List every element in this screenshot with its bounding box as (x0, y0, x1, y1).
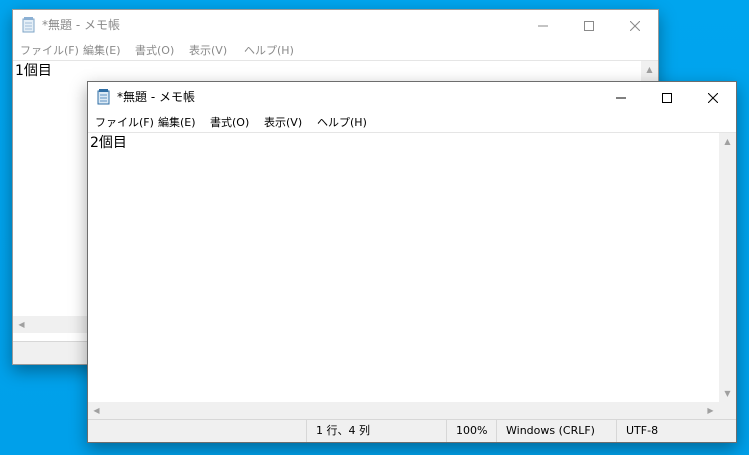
chevron-up-icon: ▲ (724, 137, 731, 146)
scroll-left-button[interactable]: ◀ (88, 402, 105, 419)
minimize-icon (616, 97, 626, 98)
menu-bar: ファイル(F) 編集(E) 書式(O) 表示(V) ヘルプ(H) (13, 41, 658, 60)
chevron-left-icon: ◀ (18, 320, 25, 329)
close-icon (630, 20, 640, 31)
maximize-button[interactable] (566, 10, 612, 41)
status-line-ending-text: Windows (CRLF) (506, 424, 595, 437)
chevron-left-icon: ◀ (93, 406, 100, 415)
scroll-down-button[interactable]: ▼ (719, 385, 736, 402)
maximize-button[interactable] (644, 82, 690, 113)
status-zoom-text: 100% (456, 424, 488, 437)
vertical-scrollbar[interactable]: ▲ ▼ (719, 133, 736, 402)
menu-bar: ファイル(F) 編集(E) 書式(O) 表示(V) ヘルプ(H) (88, 113, 736, 132)
editor-content[interactable]: 2個目 (90, 134, 127, 152)
status-position-text: 1 行、4 列 (316, 424, 370, 437)
menu-help[interactable]: ヘルプ(H) (317, 115, 367, 130)
window-title: *無題 - メモ帳 (42, 18, 120, 32)
maximize-icon (662, 92, 672, 103)
title-bar[interactable]: *無題 - メモ帳 (88, 82, 736, 113)
minimize-button[interactable] (520, 10, 566, 41)
title-bar[interactable]: *無題 - メモ帳 (13, 10, 658, 41)
status-encoding: UTF-8 (616, 420, 736, 442)
close-icon (708, 92, 718, 103)
status-bar: 1 行、4 列 100% Windows (CRLF) UTF-8 (88, 419, 736, 442)
close-button[interactable] (690, 82, 736, 113)
scroll-corner (719, 402, 736, 419)
menu-view[interactable]: 表示(V) (189, 43, 227, 58)
menu-format[interactable]: 書式(O) (210, 115, 249, 130)
notepad-icon (22, 17, 35, 33)
maximize-icon (584, 20, 594, 31)
horizontal-scrollbar[interactable]: ◀ ▶ (88, 402, 719, 419)
editor-content[interactable]: 1個目 (15, 62, 52, 80)
close-button[interactable] (612, 10, 658, 41)
window-title: *無題 - メモ帳 (117, 90, 195, 104)
menu-help[interactable]: ヘルプ(H) (244, 43, 294, 58)
chevron-right-icon: ▶ (707, 406, 714, 415)
notepad-icon (97, 89, 110, 105)
menu-edit[interactable]: 編集(E) (158, 115, 196, 130)
minimize-button[interactable] (598, 82, 644, 113)
scroll-left-button[interactable]: ◀ (13, 316, 30, 333)
status-cursor-position: 1 行、4 列 (306, 420, 446, 442)
menu-file[interactable]: ファイル(F) (20, 43, 79, 58)
status-line-ending: Windows (CRLF) (496, 420, 616, 442)
scroll-up-button[interactable]: ▲ (719, 133, 736, 150)
menu-file[interactable]: ファイル(F) (95, 115, 154, 130)
status-zoom: 100% (446, 420, 496, 442)
chevron-up-icon: ▲ (646, 65, 653, 74)
menu-view[interactable]: 表示(V) (264, 115, 302, 130)
menu-edit[interactable]: 編集(E) (83, 43, 121, 58)
scroll-right-button[interactable]: ▶ (702, 402, 719, 419)
status-encoding-text: UTF-8 (626, 424, 659, 437)
chevron-down-icon: ▼ (724, 389, 731, 398)
scroll-up-button[interactable]: ▲ (641, 61, 658, 78)
text-area[interactable]: 2個目 ▲ ▼ ◀ ▶ (88, 132, 736, 419)
minimize-icon (538, 25, 548, 26)
notepad-window-active[interactable]: *無題 - メモ帳 ファイル(F) 編集(E) 書式(O) 表示(V) ヘルプ(… (87, 81, 737, 443)
menu-format[interactable]: 書式(O) (135, 43, 174, 58)
